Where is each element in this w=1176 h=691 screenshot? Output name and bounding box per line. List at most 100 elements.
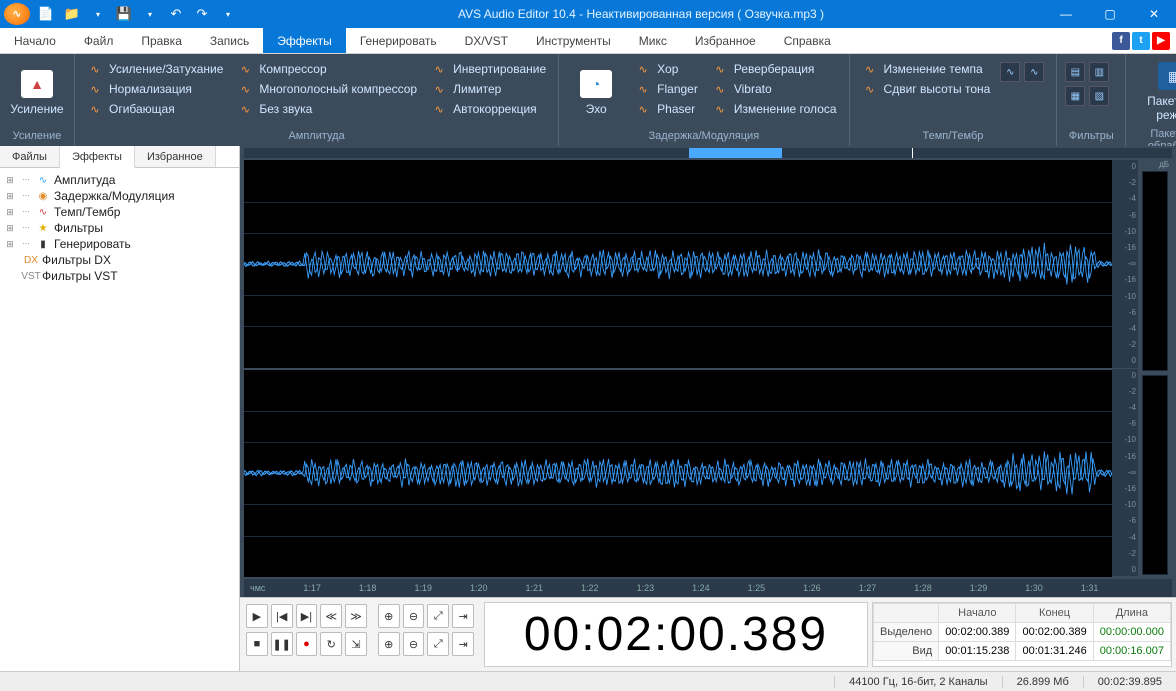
prev-button[interactable]: |◀ [271,604,293,628]
filter-2-icon[interactable]: ▥ [1089,62,1109,82]
expand-icon[interactable]: ⊞ [4,175,16,186]
waveform-track-left[interactable] [244,160,1112,368]
filter-4-icon[interactable]: ▧ [1089,86,1109,106]
effect-icon: ∿ [431,61,447,77]
amplitude-item[interactable]: ∿Компрессор [233,60,421,78]
ribbon-group-amplitude-label: Амплитуда [83,128,550,146]
new-file-icon[interactable]: 📄 [36,4,56,24]
tree-node[interactable]: ⊞⋯◉Задержка/Модуляция [2,188,237,204]
zoom-in-button[interactable]: ⊕ [378,604,400,628]
ffwd-button[interactable]: ≫ [345,604,367,628]
amplitude-item[interactable]: ∿Инвертирование [427,60,550,78]
echo-button[interactable]: ◔ Эхо [567,58,625,128]
overview-bar[interactable] [244,148,1172,158]
sel-end[interactable]: 00:02:00.389 [1016,623,1093,642]
menu-микс[interactable]: Микс [625,28,681,53]
vzoom-out-button[interactable]: ⊖ [403,632,425,656]
tree-node[interactable]: ⊞⋯∿Темп/Тембр [2,204,237,220]
delay-item[interactable]: ∿Phaser [631,100,702,118]
zoom-out-button[interactable]: ⊖ [403,604,425,628]
effect-icon: ∿ [431,81,447,97]
tempo-small-1-icon[interactable]: ∿ [1000,62,1020,82]
vzoom-sel-button[interactable]: ⇥ [452,632,474,656]
tempo-small-2-icon[interactable]: ∿ [1024,62,1044,82]
qat-dropdown-2-icon[interactable]: ▾ [140,4,160,24]
view-end[interactable]: 00:01:31.246 [1016,642,1093,661]
amplitude-item[interactable]: ∿Без звука [233,100,421,118]
tree-node[interactable]: ⊞⋯★Фильтры [2,220,237,236]
expand-icon[interactable]: ⊞ [4,207,16,218]
facebook-icon[interactable]: f [1112,32,1130,50]
stop-button[interactable]: ■ [246,632,268,656]
view-start[interactable]: 00:01:15.238 [939,642,1016,661]
menu-правка[interactable]: Правка [127,28,196,53]
tempo-item[interactable]: ∿Изменение темпа [858,60,995,78]
amplitude-item[interactable]: ∿Нормализация [83,80,227,98]
amplitude-item[interactable]: ∿Усиление/Затухание [83,60,227,78]
open-file-icon[interactable]: 📁 [62,4,82,24]
youtube-icon[interactable]: ▶ [1152,32,1170,50]
sel-len[interactable]: 00:00:00.000 [1093,623,1170,642]
tree-node[interactable]: ⊞⋯∿Амплитуда [2,172,237,188]
record-button[interactable]: ● [296,632,318,656]
filter-1-icon[interactable]: ▤ [1065,62,1085,82]
pause-button[interactable]: ❚❚ [271,632,293,656]
side-tab-1[interactable]: Эффекты [60,146,135,168]
menu-инструменты[interactable]: Инструменты [522,28,625,53]
menu-эффекты[interactable]: Эффекты [263,28,346,53]
menu-dx/vst[interactable]: DX/VST [451,28,522,53]
tempo-item[interactable]: ∿Сдвиг высоты тона [858,80,995,98]
redo-icon[interactable]: ↷ [192,4,212,24]
menu-файл[interactable]: Файл [70,28,128,53]
tree-node[interactable]: ⊞⋯▮Генерировать [2,236,237,252]
amplitude-item[interactable]: ∿Огибающая [83,100,227,118]
menu-генерировать[interactable]: Генерировать [346,28,451,53]
next-button[interactable]: ▶| [296,604,318,628]
qat-dropdown-icon[interactable]: ▾ [88,4,108,24]
twitter-icon[interactable]: t [1132,32,1150,50]
side-tab-0[interactable]: Файлы [0,146,60,167]
zoom-sel-button[interactable]: ⇥ [452,604,474,628]
controls-row: ▶ |◀ ▶| ≪ ≫ ⊕ ⊖ ⤢ ⇥ ■ ❚❚ ● ↻ ⇲ [240,597,1176,671]
delay-item[interactable]: ∿Хор [631,60,702,78]
expand-icon[interactable]: ⊞ [4,223,16,234]
menu-справка[interactable]: Справка [770,28,845,53]
delay-item[interactable]: ∿Vibrato [708,80,841,98]
view-len[interactable]: 00:00:16.007 [1093,642,1170,661]
vzoom-fit-button[interactable]: ⤢ [427,632,449,656]
effect-icon: ∿ [712,101,728,117]
goto-button[interactable]: ⇲ [345,632,367,656]
minimize-button[interactable]: — [1044,0,1088,28]
amplitude-item[interactable]: ∿Многополосный компрессор [233,80,421,98]
rewind-button[interactable]: ≪ [320,604,342,628]
delay-item[interactable]: ∿Изменение голоса [708,100,841,118]
menu-избранное[interactable]: Избранное [681,28,770,53]
undo-icon[interactable]: ↶ [166,4,186,24]
zoom-fit-button[interactable]: ⤢ [427,604,449,628]
play-button[interactable]: ▶ [246,604,268,628]
maximize-button[interactable]: ▢ [1088,0,1132,28]
expand-icon[interactable]: ⊞ [4,191,16,202]
side-tab-2[interactable]: Избранное [135,146,216,167]
tree-icon: ★ [36,221,50,235]
sel-start[interactable]: 00:02:00.389 [939,623,1016,642]
expand-icon[interactable]: ⊞ [4,239,16,250]
delay-item[interactable]: ∿Flanger [631,80,702,98]
qat-customize-icon[interactable]: ▾ [218,4,238,24]
waveform-track-right[interactable] [244,370,1112,578]
filter-3-icon[interactable]: ▦ [1065,86,1085,106]
amplitude-item[interactable]: ∿Автокоррекция [427,100,550,118]
timeline-ruler[interactable]: чмс1:171:181:191:201:211:221:231:241:251… [244,579,1172,597]
tree-node[interactable]: VSTФильтры VST [2,268,237,284]
menu-запись[interactable]: Запись [196,28,263,53]
loop-button[interactable]: ↻ [320,632,342,656]
amplify-button[interactable]: ▲ Усиление [8,58,66,128]
menu-начало[interactable]: Начало [0,28,70,53]
save-icon[interactable]: 💾 [114,4,134,24]
delay-item[interactable]: ∿Реверберация [708,60,841,78]
batch-mode-button[interactable]: ▦ Пакетный режим [1134,58,1176,126]
amplitude-item[interactable]: ∿Лимитер [427,80,550,98]
vzoom-in-button[interactable]: ⊕ [378,632,400,656]
tree-node[interactable]: DXФильтры DX [2,252,237,268]
close-button[interactable]: ✕ [1132,0,1176,28]
